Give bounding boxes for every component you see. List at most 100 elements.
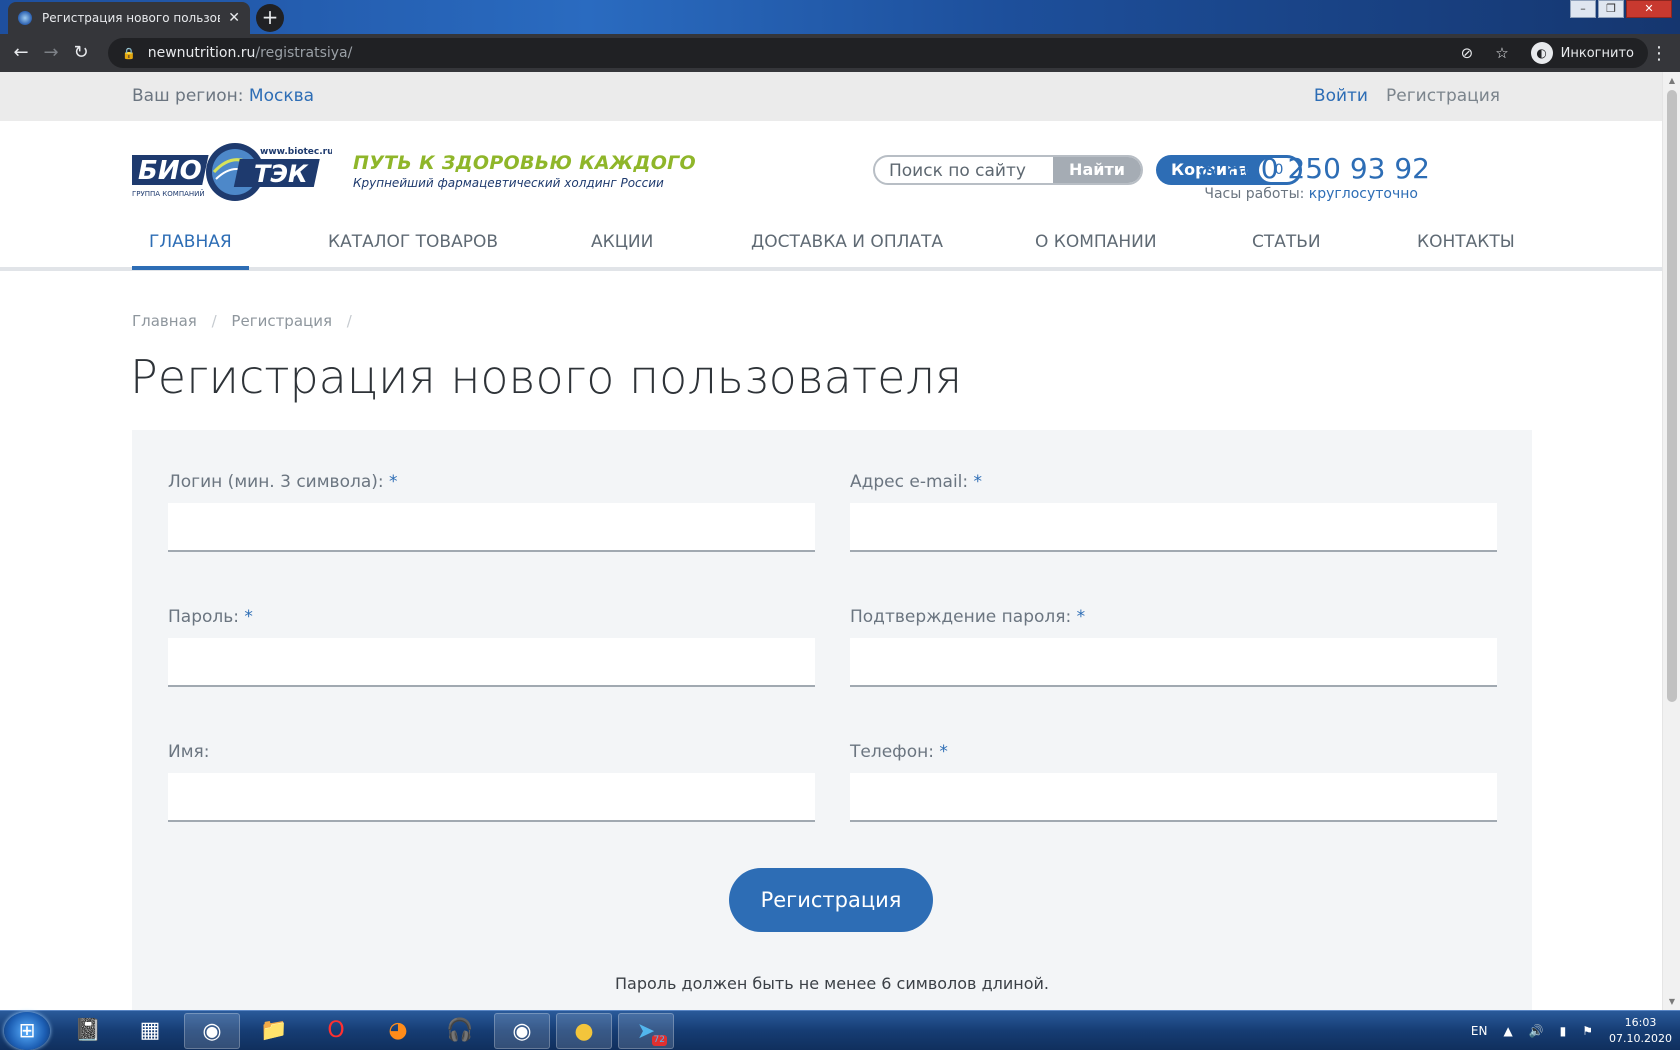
name-label: Имя: xyxy=(168,742,210,762)
email-label: Адрес e-mail: * xyxy=(850,472,983,492)
star-icon[interactable]: ☆ xyxy=(1495,44,1508,62)
clock-date: 07.10.2020 xyxy=(1609,1032,1672,1045)
nav-active-indicator xyxy=(132,266,249,270)
register-submit-button[interactable]: Регистрация xyxy=(729,868,933,932)
email-input[interactable] xyxy=(850,503,1497,552)
subslogan: Крупнейший фармацевтический холдинг Росс… xyxy=(353,176,664,190)
chromium-icon[interactable]: ● xyxy=(556,1013,612,1049)
phone-field: Телефон: * xyxy=(850,742,1497,822)
new-tab-button[interactable]: + xyxy=(256,4,284,32)
page-scrollbar[interactable]: ▲ ▼ xyxy=(1662,72,1680,1010)
registration-form: Логин (мин. 3 символа): * Адрес e-mail: … xyxy=(132,430,1532,1010)
window-controls: – ❐ ✕ xyxy=(1570,0,1672,18)
opera-icon[interactable]: O xyxy=(308,1013,364,1049)
tab-title: Регистрация нового пользовате xyxy=(42,11,220,25)
incognito-profile[interactable]: ◐ Инкогнито xyxy=(1530,42,1634,64)
breadcrumb-separator: / xyxy=(346,312,352,330)
chrome-icon[interactable]: ◉ xyxy=(184,1013,240,1049)
login-input[interactable] xyxy=(168,503,815,552)
slogan: ПУТЬ К ЗДОРОВЬЮ КАЖДОГО xyxy=(353,152,697,174)
explorer-icon[interactable]: 📁 xyxy=(246,1013,302,1049)
required-mark: * xyxy=(389,472,398,492)
working-hours: Часы работы: круглосуточно xyxy=(1204,186,1418,202)
address-bar: ← → ↻ 🔒 newnutrition.ru/registratsiya/ ⊘… xyxy=(0,34,1680,72)
scroll-down-icon[interactable]: ▼ xyxy=(1663,997,1680,1006)
email-field: Адрес e-mail: * xyxy=(850,472,1497,552)
url-input[interactable]: 🔒 newnutrition.ru/registratsiya/ ⊘ ☆ ◐ И… xyxy=(108,38,1648,68)
page-title: Регистрация нового пользователя xyxy=(130,350,963,404)
start-button[interactable] xyxy=(4,1012,50,1050)
clock-time: 16:03 xyxy=(1624,1016,1657,1029)
search-button[interactable]: Найти xyxy=(1053,157,1141,183)
region-label: Ваш регион: xyxy=(132,86,244,106)
main-nav: ГЛАВНАЯ КАТАЛОГ ТОВАРОВ АКЦИИ ДОСТАВКА И… xyxy=(0,217,1662,271)
password-hint: Пароль должен быть не менее 6 символов д… xyxy=(615,974,1049,993)
eye-off-icon[interactable]: ⊘ xyxy=(1461,44,1474,62)
name-input[interactable] xyxy=(168,773,815,822)
telegram-icon[interactable]: ➤ 72 xyxy=(618,1013,674,1049)
password-field: Пароль: * xyxy=(168,607,815,687)
show-hidden-icons-icon[interactable]: ▲ xyxy=(1503,1024,1512,1038)
password-label: Пароль: * xyxy=(168,607,253,627)
headset-icon[interactable]: 🎧 xyxy=(432,1013,488,1049)
name-field: Имя: xyxy=(168,742,815,822)
network-icon[interactable]: ▮ xyxy=(1560,1024,1567,1038)
url-host: newnutrition.ru xyxy=(147,45,256,61)
breadcrumb-registration[interactable]: Регистрация xyxy=(231,312,332,330)
top-strip: Ваш регион: Москва Войти Регистрация xyxy=(0,72,1662,121)
nav-item-contacts[interactable]: КОНТАКТЫ xyxy=(1417,232,1515,252)
login-label: Логин (мин. 3 символа): * xyxy=(168,472,398,492)
logo-text-tek: ТЭК xyxy=(254,160,309,188)
nav-item-delivery[interactable]: ДОСТАВКА И ОПЛАТА xyxy=(751,232,943,252)
login-field: Логин (мин. 3 символа): * xyxy=(168,472,815,552)
volume-icon[interactable]: 🔊 xyxy=(1529,1024,1544,1038)
favicon-icon xyxy=(18,11,32,25)
logo-text-bio: БИО xyxy=(138,156,202,186)
close-tab-icon[interactable]: ✕ xyxy=(228,10,240,26)
nav-item-promotions[interactable]: АКЦИИ xyxy=(591,232,653,252)
telegram-badge: 72 xyxy=(651,1035,667,1046)
site-search: Найти xyxy=(873,155,1143,185)
breadcrumb-home[interactable]: Главная xyxy=(132,312,197,330)
nav-item-about[interactable]: О КОМПАНИИ xyxy=(1035,232,1157,252)
forward-icon[interactable]: → xyxy=(40,42,62,64)
hours-label: Часы работы: xyxy=(1204,186,1305,202)
nav-item-home[interactable]: ГЛАВНАЯ xyxy=(149,232,232,252)
chrome-incognito-icon[interactable]: ◉ xyxy=(494,1013,550,1049)
maximize-button[interactable]: ❐ xyxy=(1598,0,1624,18)
password-input[interactable] xyxy=(168,638,815,687)
incognito-icon: ◐ xyxy=(1530,42,1553,64)
page-viewport: Ваш регион: Москва Войти Регистрация БИО… xyxy=(0,72,1662,1010)
confirm-password-input[interactable] xyxy=(850,638,1497,687)
register-link[interactable]: Регистрация xyxy=(1386,86,1500,106)
windows-taskbar: 📓 ▦ ◉ 📁 O ◕ 🎧 ◉ ● ➤72 EN ▲ 🔊 ▮ ⚑ 16:03 0… xyxy=(0,1010,1680,1050)
browser-tab[interactable]: Регистрация нового пользовате ✕ xyxy=(8,2,250,34)
hours-value: круглосуточно xyxy=(1308,186,1418,202)
clock[interactable]: 16:03 07.10.2020 xyxy=(1609,1015,1672,1047)
action-center-icon[interactable]: ⚑ xyxy=(1582,1024,1593,1038)
region-link[interactable]: Москва xyxy=(249,86,314,106)
search-input[interactable] xyxy=(889,160,1049,182)
minimize-button[interactable]: – xyxy=(1570,0,1596,18)
firefox-icon[interactable]: ◕ xyxy=(370,1013,426,1049)
scrollbar-thumb[interactable] xyxy=(1667,90,1677,702)
url-path: /registratsiya/ xyxy=(255,45,353,61)
reload-icon[interactable]: ↻ xyxy=(70,42,92,64)
nav-item-articles[interactable]: СТАТЬИ xyxy=(1252,232,1321,252)
menu-icon[interactable]: ⋮ xyxy=(1650,43,1668,64)
nav-item-catalog[interactable]: КАТАЛОГ ТОВАРОВ xyxy=(328,232,498,252)
biotek-logo[interactable]: БИО ТЭК www.biotec.ru ГРУППА КОМПАНИЙ xyxy=(132,139,332,205)
language-indicator[interactable]: EN xyxy=(1471,1024,1488,1038)
calculator-icon[interactable]: ▦ xyxy=(122,1013,178,1049)
close-window-button[interactable]: ✕ xyxy=(1626,0,1672,18)
login-link[interactable]: Войти xyxy=(1314,86,1368,106)
scroll-up-icon[interactable]: ▲ xyxy=(1663,76,1680,85)
region-selector: Ваш регион: Москва xyxy=(132,86,314,106)
required-mark: * xyxy=(1076,607,1086,627)
phone-input[interactable] xyxy=(850,773,1497,822)
back-icon[interactable]: ← xyxy=(10,42,32,64)
notepad-icon[interactable]: 📓 xyxy=(60,1013,116,1049)
browser-tab-strip: Регистрация нового пользовате ✕ + – ❐ ✕ xyxy=(0,0,1680,34)
confirm-password-field: Подтверждение пароля: * xyxy=(850,607,1497,687)
phone-number[interactable]: 8 800 250 93 92 xyxy=(1198,152,1430,185)
